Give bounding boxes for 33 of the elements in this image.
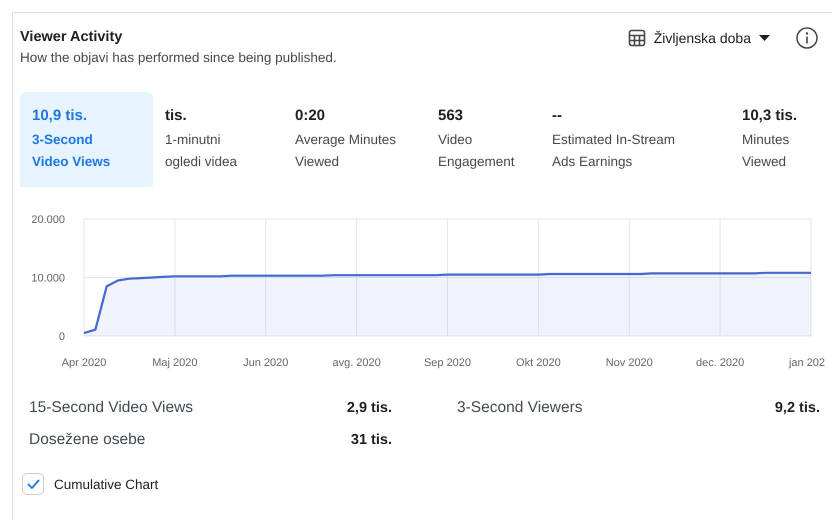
metric-tab[interactable]: 10,3 tis. Minutes Viewed <box>730 92 830 187</box>
x-axis-label: Sep 2020 <box>424 357 472 369</box>
card-title: Viewer Activity <box>20 29 124 45</box>
x-axis-label: Apr 2020 <box>62 357 106 369</box>
y-axis-label: 0 <box>58 331 65 343</box>
stat-value: 9,2 tis. <box>774 400 820 416</box>
calendar-table-icon <box>628 29 646 47</box>
checkbox-label: Cumulative Chart <box>54 476 158 492</box>
checkmark-icon <box>26 479 40 489</box>
stat-label: 3-Second Viewers <box>457 399 583 417</box>
y-axis-label: 20.000 <box>31 214 65 226</box>
metric-tab[interactable]: -- Estimated In-Stream Ads Earnings <box>540 92 730 187</box>
x-axis-label: Okt 2020 <box>516 357 561 369</box>
stat-label: Dosežene osebe <box>29 431 146 449</box>
x-axis-label: avg. 2020 <box>332 357 381 369</box>
metric-tab[interactable]: 10,9 tis. 3-Second Video Views <box>20 92 153 187</box>
metric-tab[interactable]: 563 Video Engagement <box>426 92 540 187</box>
caret-icon <box>759 35 770 41</box>
stat-value: 2,9 tis. <box>346 400 392 416</box>
date-range-dropdown[interactable]: Življenska doba <box>628 29 770 47</box>
x-axis-label: Nov 2020 <box>606 357 653 369</box>
x-axis-label: jan 202 <box>788 357 826 369</box>
card-subtitle: How the objavi has performed since being published. <box>20 50 337 65</box>
metric-tab[interactable]: 0:20 Average Minutes Viewed <box>283 92 426 187</box>
x-axis-label: Maj 2020 <box>152 357 198 369</box>
y-axis-label: 10.000 <box>31 272 65 284</box>
x-axis-label: Jun 2020 <box>243 357 288 369</box>
info-icon[interactable] <box>796 27 818 49</box>
stat-value: 31 tis. <box>350 432 392 448</box>
checkbox[interactable] <box>22 473 44 495</box>
metric-tab[interactable]: tis. 1-minutni ogledi videa <box>153 92 283 187</box>
x-axis-label: dec. 2020 <box>696 357 744 369</box>
stat-label: 15-Second Video Views <box>29 399 194 417</box>
